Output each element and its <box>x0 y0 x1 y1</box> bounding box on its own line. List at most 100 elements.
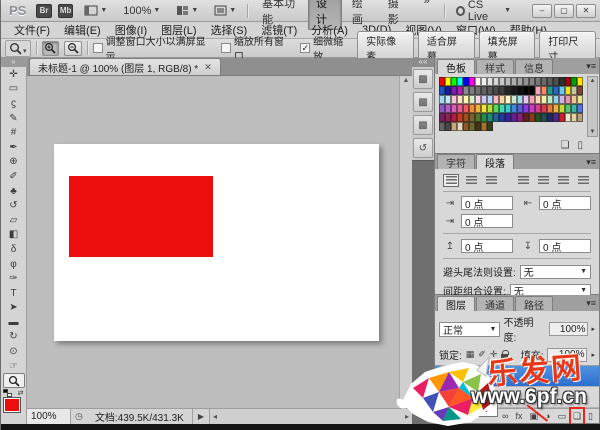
opacity-slider-arrow[interactable]: ▸ <box>591 325 595 333</box>
red-rectangle-layer[interactable] <box>69 176 213 257</box>
layer-row[interactable]: 背景 <box>435 387 599 408</box>
scroll-down-icon[interactable]: ▼ <box>403 400 410 407</box>
tab-图层[interactable]: 图层 <box>437 296 475 311</box>
tab-段落[interactable]: 段落 <box>476 154 514 169</box>
adjustment-layer-icon[interactable]: ◑ <box>545 411 550 421</box>
blur-tool[interactable]: δ <box>3 242 25 257</box>
space-after-field[interactable]: 0 点 <box>539 239 591 253</box>
lock-paint-icon[interactable]: ✐ <box>478 349 486 360</box>
brush-tool[interactable]: ✐ <box>3 169 25 184</box>
tab-路径[interactable]: 路径 <box>515 296 553 311</box>
type-tool[interactable]: T <box>3 286 25 301</box>
toolbox-collapse-handle[interactable]: » <box>1 58 26 67</box>
healing-brush-tool[interactable]: ⊕ <box>3 155 25 170</box>
fill-field[interactable]: 100% <box>547 348 587 362</box>
scroll-down-icon[interactable]: ▼ <box>590 129 596 135</box>
tool-preset-picker[interactable]: ▾ <box>5 40 31 57</box>
delete-swatch-icon[interactable]: ▯ <box>577 140 583 151</box>
tab-通道[interactable]: 通道 <box>476 296 514 311</box>
dock-collapse-handle[interactable]: «« <box>412 58 434 67</box>
mini-bridge-icon[interactable]: Mb <box>58 4 74 18</box>
layer-effects-icon[interactable]: fx <box>515 411 522 421</box>
lock-all-icon[interactable] <box>501 354 508 359</box>
new-swatch-icon[interactable]: ❏ <box>561 140 570 151</box>
color-swatch[interactable] <box>577 86 583 95</box>
checkbox-icon[interactable] <box>221 43 231 53</box>
status-menu-arrow[interactable]: ▶ <box>193 409 210 424</box>
status-zoom-field[interactable]: 100% <box>27 409 71 424</box>
swatches-scrollbar[interactable]: ▲ ▼ <box>587 76 598 137</box>
screen-mode-button[interactable]: ▼ <box>209 3 241 18</box>
swap-colors-icon[interactable]: ⇄ <box>18 389 24 397</box>
bridge-icon[interactable]: Br <box>36 4 52 18</box>
gradient-tool[interactable]: ◧ <box>3 228 25 243</box>
checkbox-icon[interactable] <box>93 43 103 53</box>
collapsed-panel-icon-3[interactable]: ▩ <box>413 115 433 135</box>
close-document-icon[interactable]: ✕ <box>204 62 212 73</box>
default-colors-icon[interactable] <box>3 389 12 397</box>
collapsed-panel-icon-1[interactable]: ▩ <box>413 69 433 89</box>
canvas-pasteboard[interactable]: ▲ ▼ <box>27 76 412 408</box>
scroll-up-icon[interactable]: ▲ <box>590 78 596 84</box>
minimize-button[interactable]: – <box>532 4 552 18</box>
layer-row[interactable]: 图层 1 <box>435 366 599 387</box>
color-swatch[interactable] <box>577 113 583 122</box>
foreground-color-swatch[interactable] <box>4 398 20 412</box>
menu-文件(F)[interactable]: 文件(F) <box>7 21 57 39</box>
zoom-level-button[interactable]: 100% ▼ <box>118 3 165 19</box>
first-line-indent-field[interactable]: 0 点 <box>461 214 513 228</box>
document-tab[interactable]: 未标题-1 @ 100% (图层 1, RGB/8) * ✕ <box>29 58 221 75</box>
dodge-tool[interactable]: φ <box>3 257 25 272</box>
panel-menu-icon[interactable]: ▾≡ <box>586 157 596 168</box>
clone-stamp-tool[interactable]: ♣ <box>3 184 25 199</box>
vertical-scrollbar[interactable]: ▲ ▼ <box>399 76 412 408</box>
close-button[interactable]: ✕ <box>576 4 596 18</box>
history-panel-icon[interactable]: ↺ <box>413 138 433 158</box>
color-swatch[interactable] <box>577 95 583 104</box>
restore-button[interactable]: ▢ <box>554 4 574 18</box>
horizontal-scrollbar[interactable]: ◂ ▸ <box>210 409 412 424</box>
color-swatch[interactable] <box>487 122 493 131</box>
eyedropper-tool[interactable]: ✒ <box>3 140 25 155</box>
hand-tool[interactable]: ☞ <box>3 359 25 374</box>
crop-tool[interactable]: # <box>3 125 25 140</box>
move-tool[interactable]: ✛ <box>3 67 25 82</box>
lasso-tool[interactable]: ϛ <box>3 96 25 111</box>
collapsed-panel-icon-2[interactable]: ▩ <box>413 92 433 112</box>
left-indent-field[interactable]: 0 点 <box>461 196 513 210</box>
color-swatch[interactable] <box>577 104 583 113</box>
align-center-button[interactable] <box>463 174 479 187</box>
link-layers-icon[interactable]: ∞ <box>502 411 508 421</box>
path-selection-tool[interactable]: ➤ <box>3 301 25 316</box>
space-before-field[interactable]: 0 点 <box>461 239 513 253</box>
scroll-up-icon[interactable]: ▲ <box>403 77 410 84</box>
fill-slider-arrow[interactable]: ▸ <box>591 351 595 359</box>
justify-last-left-button[interactable] <box>515 174 531 187</box>
zoom-in-button[interactable] <box>42 41 60 56</box>
zoom-tool[interactable] <box>3 373 25 388</box>
right-indent-field[interactable]: 0 点 <box>539 196 591 210</box>
layer-group-icon[interactable]: ▭ <box>557 411 566 422</box>
document-canvas[interactable] <box>54 144 379 341</box>
marquee-tool[interactable]: ▭ <box>3 82 25 97</box>
kinsoku-dropdown[interactable]: 无 ▼ <box>520 265 591 279</box>
arrange-documents-button[interactable]: ▼ <box>171 3 203 18</box>
tab-字符[interactable]: 字符 <box>437 154 475 169</box>
scroll-right-icon[interactable]: ▸ <box>405 412 409 421</box>
scroll-left-icon[interactable]: ◂ <box>213 412 217 421</box>
justify-last-center-button[interactable] <box>535 174 551 187</box>
3d-orbit-tool[interactable]: ⊙ <box>3 344 25 359</box>
layer-mask-icon[interactable]: ▣ <box>530 411 539 422</box>
lock-position-icon[interactable]: ✛ <box>490 349 498 360</box>
opacity-field[interactable]: 100% <box>549 322 589 336</box>
color-swatch[interactable] <box>577 77 583 86</box>
layer-thumbnail[interactable] <box>457 389 483 406</box>
tab-样式[interactable]: 样式 <box>476 59 514 74</box>
checkbox-icon[interactable]: ✓ <box>300 43 310 53</box>
shape-tool[interactable]: ▬ <box>3 315 25 330</box>
align-right-button[interactable] <box>483 174 499 187</box>
3d-rotate-tool[interactable]: ↻ <box>3 330 25 345</box>
visibility-toggle[interactable] <box>435 366 452 386</box>
tab-色板[interactable]: 色板 <box>437 59 475 74</box>
justify-all-button[interactable] <box>575 174 591 187</box>
